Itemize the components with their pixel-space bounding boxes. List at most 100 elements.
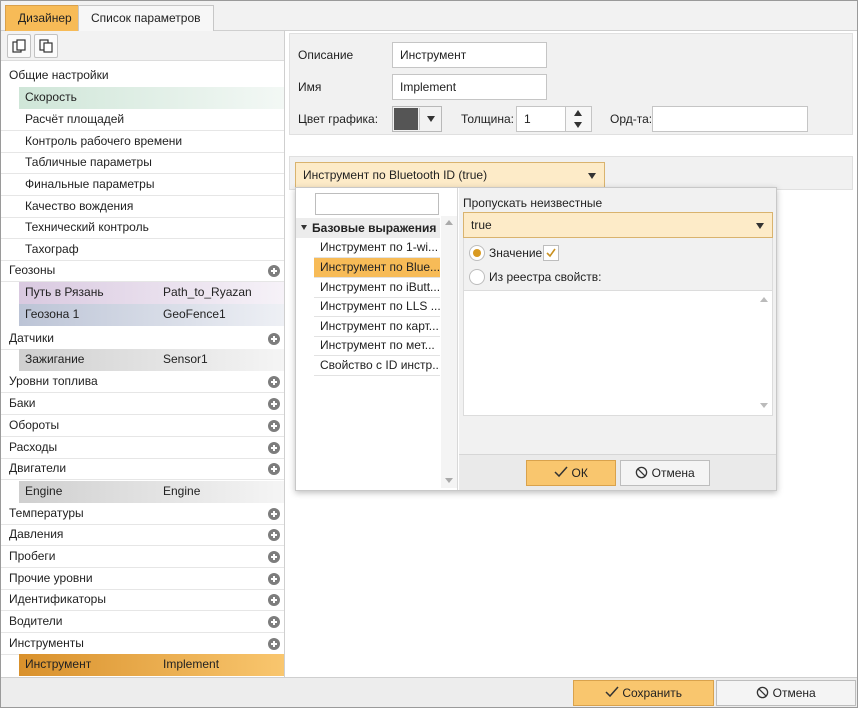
group-label: Базовые выражения <box>312 221 437 235</box>
add-icon[interactable] <box>268 398 280 410</box>
tree-chip-geozone[interactable]: Путь в Рязань Path_to_Ryazan <box>19 282 284 304</box>
properties-panel: Описание Инструмент Имя Implement Цвет г… <box>287 31 857 677</box>
group-label: Температуры <box>9 506 84 520</box>
cancel-icon <box>757 686 769 699</box>
tree-chip-engine[interactable]: Engine Engine <box>19 481 284 503</box>
add-icon[interactable] <box>268 420 280 432</box>
tree-group-identifiers[interactable]: Идентификаторы <box>1 589 284 611</box>
scroll-down-icon[interactable] <box>760 403 768 408</box>
thickness-input[interactable]: 1 <box>516 106 566 132</box>
tree-group-rpm[interactable]: Обороты <box>1 415 284 437</box>
tree-group-other-levels[interactable]: Прочие уровни <box>1 568 284 590</box>
copy-button[interactable] <box>7 34 31 58</box>
add-icon[interactable] <box>268 265 280 277</box>
tree-group-temperatures[interactable]: Температуры <box>1 503 284 525</box>
add-icon[interactable] <box>268 463 280 475</box>
add-icon[interactable] <box>268 376 280 388</box>
skip-unknown-select[interactable]: true <box>463 212 773 238</box>
chart-color-picker[interactable] <box>392 106 442 132</box>
tree-chip-sensor[interactable]: Зажигание Sensor1 <box>19 349 284 371</box>
tree-group-consumption[interactable]: Расходы <box>1 437 284 459</box>
list-item[interactable]: Инструмент по мет... <box>314 336 440 356</box>
list-item[interactable]: Свойство с ID инстр... <box>314 356 440 376</box>
value-checkbox[interactable] <box>543 245 559 261</box>
collapse-arrow-icon[interactable] <box>301 225 307 230</box>
list-item[interactable]: Инструмент по LLS ... <box>314 297 440 317</box>
list-scrollbar[interactable] <box>441 216 457 488</box>
tree-chip-geozone[interactable]: Геозона 1 GeoFence1 <box>19 304 284 326</box>
tree-item-speed[interactable]: Скорость <box>19 87 284 109</box>
add-icon[interactable] <box>268 594 280 606</box>
thickness-stepper[interactable] <box>566 106 592 132</box>
add-icon[interactable] <box>268 638 280 650</box>
tab-parameter-list[interactable]: Список параметров <box>78 5 214 31</box>
value-radio[interactable] <box>469 245 485 261</box>
copy-icon <box>12 39 26 53</box>
expression-select[interactable]: Инструмент по Bluetooth ID (true) <box>295 162 605 188</box>
expression-select-value: Инструмент по Bluetooth ID (true) <box>303 168 488 182</box>
add-icon[interactable] <box>268 508 280 520</box>
paste-button[interactable] <box>34 34 58 58</box>
scroll-up-icon[interactable] <box>445 220 453 225</box>
tab-designer[interactable]: Дизайнер <box>5 5 85 31</box>
tree-group-instruments[interactable]: Инструменты <box>1 633 284 655</box>
tree-group-geozones[interactable]: Геозоны <box>1 260 284 282</box>
color-dropdown[interactable] <box>419 108 441 130</box>
save-button[interactable]: Сохранить <box>573 680 714 706</box>
add-icon[interactable] <box>268 529 280 541</box>
description-label: Описание <box>298 48 354 62</box>
list-item[interactable]: Инструмент по карт... <box>314 317 440 337</box>
list-item[interactable]: Инструмент по 1-wi... <box>314 238 440 258</box>
tree-item-work-time[interactable]: Контроль рабочего времени <box>1 131 284 153</box>
group-label: Датчики <box>9 331 54 345</box>
popup-ok-button[interactable]: ОК <box>526 460 616 486</box>
tree-group-sensors[interactable]: Датчики <box>1 328 284 350</box>
tree-item-area[interactable]: Расчёт площадей <box>1 109 284 131</box>
description-input[interactable]: Инструмент <box>392 42 547 68</box>
expression-search-input[interactable] <box>315 193 439 215</box>
popup-footer: ОК Отмена <box>459 454 776 490</box>
tree-group-fuel-levels[interactable]: Уровни топлива <box>1 371 284 393</box>
chevron-down-icon <box>756 223 764 229</box>
tree-chip-instrument-selected[interactable]: Инструмент Implement <box>19 654 284 676</box>
cancel-label: Отмена <box>651 466 695 480</box>
add-icon[interactable] <box>268 333 280 345</box>
chart-color-label: Цвет графика: <box>298 112 379 126</box>
skip-unknown-label: Пропускать неизвестные <box>463 196 603 210</box>
chip-name: Зажигание <box>25 352 85 366</box>
group-label: Водители <box>9 614 63 628</box>
registry-textarea[interactable] <box>463 290 773 416</box>
scroll-up-icon[interactable] <box>760 297 768 302</box>
chip-value: Path_to_Ryazan <box>163 285 252 299</box>
ordinate-input[interactable] <box>652 106 808 132</box>
tree-item-final-params[interactable]: Финальные параметры <box>1 174 284 196</box>
popup-cancel-button[interactable]: Отмена <box>620 460 710 486</box>
add-icon[interactable] <box>268 573 280 585</box>
tree-item-table-params[interactable]: Табличные параметры <box>1 152 284 174</box>
scroll-down-icon[interactable] <box>445 478 453 483</box>
tree-group-tanks[interactable]: Баки <box>1 393 284 415</box>
list-item-selected[interactable]: Инструмент по Blue... <box>314 258 440 278</box>
tree-item-tech-control[interactable]: Технический контроль <box>1 217 284 239</box>
add-icon[interactable] <box>268 442 280 454</box>
registry-radio[interactable] <box>469 269 485 285</box>
arrow-up-icon[interactable] <box>574 110 582 116</box>
tree-group-drivers[interactable]: Водители <box>1 611 284 633</box>
expression-group-basic[interactable]: Базовые выражения <box>296 218 440 238</box>
tree-item-driving-quality[interactable]: Качество вождения <box>1 196 284 218</box>
add-icon[interactable] <box>268 616 280 628</box>
add-icon[interactable] <box>268 551 280 563</box>
tree-group-engines[interactable]: Двигатели <box>1 458 284 480</box>
group-label: Прочие уровни <box>9 571 93 585</box>
arrow-down-icon[interactable] <box>574 122 582 128</box>
tree-general-settings[interactable]: Общие настройки <box>1 65 284 87</box>
ok-label: ОК <box>571 466 588 480</box>
tree-group-pressures[interactable]: Давления <box>1 524 284 546</box>
save-label: Сохранить <box>622 686 682 700</box>
name-input[interactable]: Implement <box>392 74 547 100</box>
tree-item-tachograph[interactable]: Тахограф <box>1 239 284 261</box>
list-item[interactable]: Инструмент по iButt... <box>314 278 440 298</box>
tree-group-mileage[interactable]: Пробеги <box>1 546 284 568</box>
group-label: Уровни топлива <box>9 374 98 388</box>
cancel-button[interactable]: Отмена <box>716 680 856 706</box>
